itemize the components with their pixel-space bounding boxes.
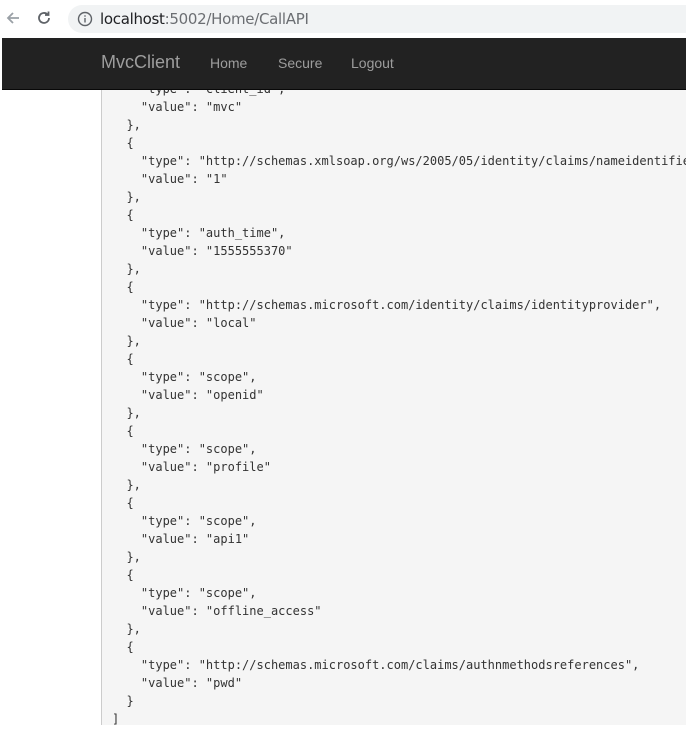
code-line: { <box>112 496 134 510</box>
json-code-block: "type": "client_id", "value": "mvc" }, {… <box>112 90 686 728</box>
code-line: { <box>112 208 134 222</box>
code-line: { <box>112 568 134 582</box>
code-line: "value": "api1" <box>112 532 250 546</box>
json-output-panel: "type": "client_id", "value": "mvc" }, {… <box>101 90 686 728</box>
code-line: }, <box>112 118 141 132</box>
code-line: }, <box>112 622 141 636</box>
url-path: :5002/Home/CallAPI <box>164 10 309 28</box>
back-button[interactable] <box>2 7 24 29</box>
code-line: }, <box>112 190 141 204</box>
code-line: "type": "auth_time", <box>112 226 286 240</box>
nav-link-secure[interactable]: Secure <box>278 55 322 71</box>
page-content: "type": "client_id", "value": "mvc" }, {… <box>0 90 686 735</box>
code-line: } <box>112 694 134 708</box>
code-line: "value": "1" <box>112 172 228 186</box>
code-line: "type": "scope", <box>112 370 257 384</box>
info-icon[interactable] <box>77 11 93 27</box>
code-line: "type": "http://schemas.microsoft.com/cl… <box>112 658 640 672</box>
code-line: "type": "scope", <box>112 514 257 528</box>
code-line: "value": "offline_access" <box>112 604 322 618</box>
arrow-left-icon <box>6 12 19 24</box>
nav-link-home[interactable]: Home <box>210 55 247 71</box>
code-line: "type": "scope", <box>112 586 257 600</box>
code-line: "value": "mvc" <box>112 100 243 114</box>
code-line: "type": "scope", <box>112 442 257 456</box>
reload-button[interactable] <box>33 7 55 29</box>
code-line: "type": "http://schemas.xmlsoap.org/ws/2… <box>112 154 686 168</box>
browser-toolbar: localhost:5002/Home/CallAPI <box>0 0 686 38</box>
code-line: { <box>112 424 134 438</box>
code-line: { <box>112 136 134 150</box>
nav-link-logout[interactable]: Logout <box>351 55 394 71</box>
code-line: "value": "pwd" <box>112 676 243 690</box>
code-line: }, <box>112 334 141 348</box>
code-line: "type": "client_id", <box>112 90 686 98</box>
code-line: ] <box>112 712 120 726</box>
url-host: localhost <box>100 10 165 28</box>
code-line: "value": "profile" <box>112 460 271 474</box>
code-line: { <box>112 640 134 654</box>
code-line: }, <box>112 478 141 492</box>
code-line: }, <box>112 550 141 564</box>
code-line: }, <box>112 406 141 420</box>
code-line: }, <box>112 262 141 276</box>
code-line: "type": "http://schemas.microsoft.com/id… <box>112 298 662 312</box>
code-line: "value": "local" <box>112 316 257 330</box>
reload-icon <box>38 11 50 24</box>
brand-link[interactable]: MvcClient <box>101 52 180 73</box>
code-line: "value": "1555555370" <box>112 244 293 258</box>
code-line: { <box>112 280 134 294</box>
code-line: { <box>112 352 134 366</box>
url-text[interactable]: localhost:5002/Home/CallAPI <box>100 10 309 28</box>
address-bar[interactable]: localhost:5002/Home/CallAPI <box>68 5 686 33</box>
navbar: MvcClient Home Secure Logout <box>2 38 686 90</box>
code-line: "value": "openid" <box>112 388 264 402</box>
